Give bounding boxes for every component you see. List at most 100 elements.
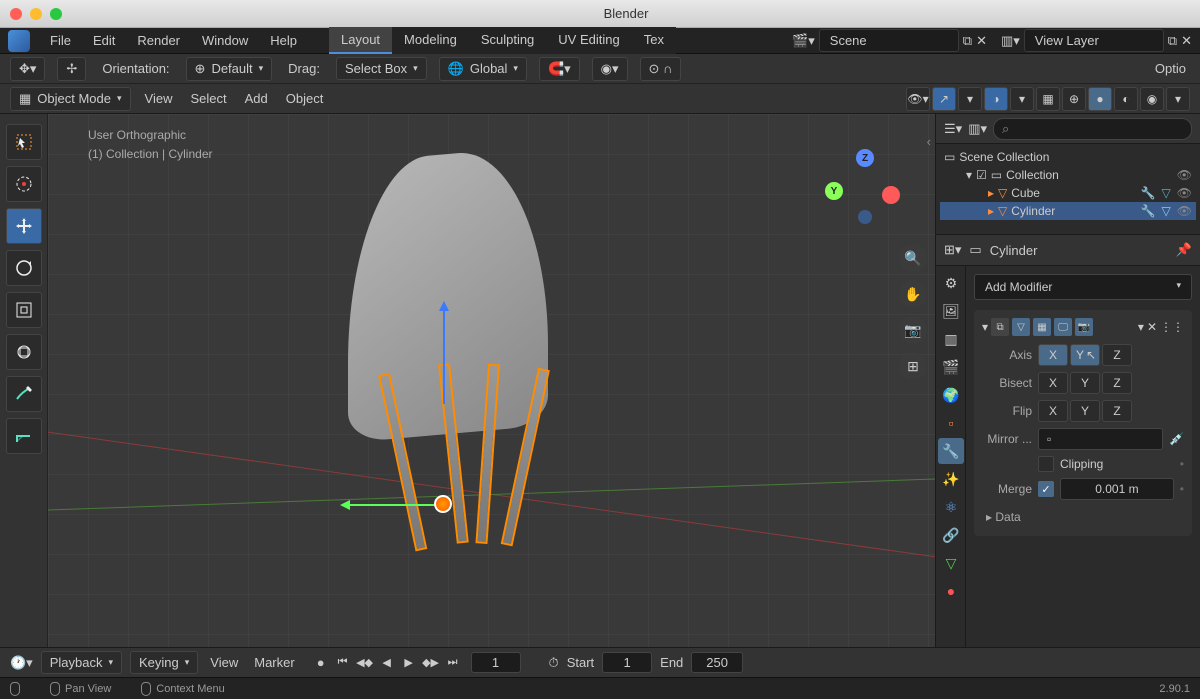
playback-dropdown[interactable]: Playback▾ [41, 651, 122, 674]
add-modifier-dropdown[interactable]: Add Modifier ▾ [974, 274, 1192, 300]
material-shading-icon[interactable]: ◐ [1114, 87, 1138, 111]
flip-z-toggle[interactable]: Z [1102, 400, 1132, 422]
measure-tool[interactable] [6, 418, 42, 454]
outliner-item-cylinder[interactable]: ▸ ▽ Cylinder 🔧▽👁 [940, 202, 1196, 220]
outliner-search[interactable]: ⌕ [993, 118, 1192, 140]
select-box-tool[interactable] [6, 124, 42, 160]
menu-window[interactable]: Window [192, 29, 258, 52]
tab-mesh[interactable]: ▽ [938, 550, 964, 576]
close-icon[interactable]: ✕ [1147, 320, 1157, 334]
mirror-object-field[interactable]: ▫ [1038, 428, 1163, 450]
object-name[interactable]: Cylinder [990, 243, 1038, 258]
eye-icon[interactable]: 👁 [1177, 204, 1192, 218]
camera-icon[interactable]: 📷 [899, 316, 927, 344]
move-tool-icon[interactable]: ✢ [57, 57, 86, 81]
outliner-collection[interactable]: ▾☑ ▭ Collection 👁 [940, 166, 1196, 184]
workspace-uvediting[interactable]: UV Editing [546, 27, 631, 54]
scene-close-icon[interactable]: ✕ [976, 33, 987, 49]
play-icon[interactable]: ▶ [399, 653, 419, 673]
bisect-y-toggle[interactable]: Y [1070, 372, 1100, 394]
menu-select[interactable]: Select [186, 88, 230, 109]
axis-z-toggle[interactable]: Z [1102, 344, 1132, 366]
menu-add[interactable]: Add [241, 88, 272, 109]
eye-icon[interactable]: 👁 [1177, 168, 1192, 182]
scale-tool[interactable] [6, 292, 42, 328]
tab-physics[interactable]: ⚛ [938, 494, 964, 520]
maximize-window-button[interactable] [50, 8, 62, 20]
grip-icon[interactable]: ⋮⋮ [1160, 320, 1184, 334]
disclosure-icon[interactable]: ▾ [982, 320, 988, 334]
show-render-icon[interactable]: 📷 [1075, 318, 1093, 336]
clipping-checkbox[interactable] [1038, 456, 1054, 472]
gizmo-menu-icon[interactable]: ▾ [958, 87, 982, 111]
tab-modifiers[interactable]: 🔧 [938, 438, 964, 464]
options-label[interactable]: Optio [1151, 58, 1190, 79]
overlay-toggle-icon[interactable]: ◑ [984, 87, 1008, 111]
snap-icon[interactable]: 🧲▾ [539, 57, 580, 81]
workspace-modeling[interactable]: Modeling [392, 27, 469, 54]
menu-help[interactable]: Help [260, 29, 307, 52]
workspace-layout[interactable]: Layout [329, 27, 392, 54]
timeline-view[interactable]: View [206, 652, 242, 673]
keying-dropdown[interactable]: Keying▾ [130, 651, 198, 674]
gizmo-toggle-icon[interactable]: ↗ [932, 87, 956, 111]
cursor-tool[interactable] [6, 166, 42, 202]
minimize-window-button[interactable] [30, 8, 42, 20]
solid-shading-icon[interactable]: ● [1088, 87, 1112, 111]
menu-file[interactable]: File [40, 29, 81, 52]
tab-world[interactable]: 🌍 [938, 382, 964, 408]
workspace-sculpting[interactable]: Sculpting [469, 27, 546, 54]
tab-render[interactable]: ⚙ [938, 270, 964, 296]
zoom-icon[interactable]: 🔍 [899, 244, 927, 272]
editor-type-icon[interactable]: ⊞▾ [944, 242, 961, 258]
show-viewport-icon[interactable]: 🖵 [1054, 318, 1072, 336]
chevron-down-icon[interactable]: ▾ [1138, 320, 1144, 334]
menu-edit[interactable]: Edit [83, 29, 125, 52]
autokey-icon[interactable]: ● [317, 655, 325, 670]
tab-object[interactable]: ▫ [938, 410, 964, 436]
gizmo-z-axis[interactable] [443, 304, 445, 404]
visibility-icon[interactable]: 👁▾ [906, 87, 930, 111]
scene-copy-icon[interactable]: ⧉ [963, 33, 972, 49]
rendered-shading-icon[interactable]: ◉ [1140, 87, 1164, 111]
viewlayer-input[interactable]: View Layer [1024, 29, 1164, 52]
scene-name-input[interactable]: Scene [819, 29, 959, 52]
move-tool[interactable] [6, 208, 42, 244]
flip-y-toggle[interactable]: Y [1070, 400, 1100, 422]
drag-dropdown[interactable]: Select Box ▾ [336, 57, 427, 80]
merge-value-field[interactable]: 0.001 m [1060, 478, 1174, 500]
tab-viewlayer[interactable]: ▥ [938, 326, 964, 352]
xray-icon[interactable]: ▦ [1036, 87, 1060, 111]
editor-type-icon[interactable]: 🕐▾ [10, 655, 33, 671]
close-window-button[interactable] [10, 8, 22, 20]
disclosure-icon[interactable]: ▸ [988, 186, 994, 200]
next-keyframe-icon[interactable]: ◆▶ [421, 653, 441, 673]
menu-view[interactable]: View [141, 88, 177, 109]
menu-render[interactable]: Render [127, 29, 190, 52]
start-frame-field[interactable]: 1 [602, 652, 652, 673]
eye-icon[interactable]: 👁 [1177, 186, 1192, 200]
nav-z-axis[interactable]: Z [856, 149, 874, 167]
blender-logo[interactable] [8, 30, 30, 52]
tab-scene[interactable]: 🎬 [938, 354, 964, 380]
orientation-dropdown[interactable]: ⊕ Default ▾ [186, 57, 273, 81]
jump-start-icon[interactable]: ⏮ [333, 653, 353, 673]
flip-x-toggle[interactable]: X [1038, 400, 1068, 422]
pan-icon[interactable]: ✋ [899, 280, 927, 308]
menu-object[interactable]: Object [282, 88, 328, 109]
play-reverse-icon[interactable]: ◀ [377, 653, 397, 673]
layer-copy-icon[interactable]: ⧉ [1168, 33, 1177, 49]
axis-x-toggle[interactable]: X [1038, 344, 1068, 366]
pin-icon[interactable]: 📌 [1176, 242, 1192, 258]
clock-icon[interactable]: ⏱ [549, 655, 559, 671]
data-section[interactable]: ▸ Data [982, 506, 1184, 528]
tab-particles[interactable]: ✨ [938, 466, 964, 492]
show-cage-icon[interactable]: ▦ [1033, 318, 1051, 336]
current-frame-field[interactable]: 1 [471, 652, 521, 673]
merge-checkbox[interactable]: ✓ [1038, 481, 1054, 497]
rotate-tool[interactable] [6, 250, 42, 286]
perspective-icon[interactable]: ⊞ [899, 352, 927, 380]
display-mode-icon[interactable]: ▥▾ [968, 121, 987, 137]
editor-type-icon[interactable]: ☰▾ [944, 121, 962, 137]
overlay-menu-icon[interactable]: ▾ [1010, 87, 1034, 111]
